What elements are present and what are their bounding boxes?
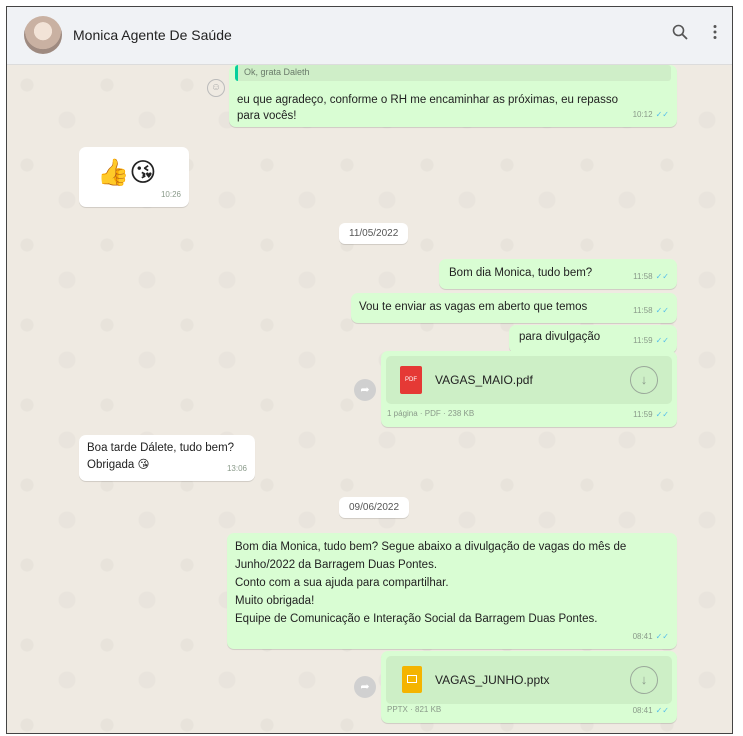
message-text: Muito obrigada! (235, 595, 315, 607)
file-name[interactable]: VAGAS_JUNHO.pptx (435, 672, 549, 689)
message-time: 10:26 (160, 190, 181, 199)
message-time: 08:41 ✓✓ (632, 706, 669, 715)
file-meta: 1 página · PDF · 238 KB (387, 409, 475, 418)
message-text: para divulgação (519, 331, 601, 343)
pptx-file-icon (402, 666, 422, 693)
read-ticks-icon: ✓✓ (655, 336, 669, 345)
message-time: 08:41 ✓✓ (632, 632, 669, 641)
message-text: Vou te enviar as vagas em aberto que tem… (359, 301, 588, 313)
message-list[interactable]: ☺ Ok, grata Daleth eu que agradeço, conf… (7, 65, 732, 733)
chat-header: Monica Agente De Saúde (7, 7, 732, 65)
download-icon[interactable]: ↓ (630, 666, 658, 694)
message-bubble[interactable]: Ok, grata Daleth eu que agradeço, confor… (229, 65, 677, 127)
read-ticks-icon: ✓✓ (655, 272, 669, 281)
forward-icon[interactable]: ➦ (354, 676, 376, 698)
emoji-reaction-icon[interactable]: ☺ (207, 79, 225, 97)
message-time: 11:58 ✓✓ (633, 306, 669, 315)
message-text: Junho/2022 da Barragem Duas Pontes. (235, 559, 438, 571)
date-separator: 11/05/2022 (339, 223, 409, 244)
whatsapp-window: Monica Agente De Saúde ☺ Ok, grata Dalet… (6, 6, 733, 734)
menu-icon[interactable] (712, 24, 718, 45)
file-attachment[interactable]: VAGAS_JUNHO.pptx ↓ (386, 656, 672, 704)
message-time: 10:12 ✓✓ (632, 110, 669, 119)
search-icon[interactable] (672, 24, 688, 45)
message-text: Equipe de Comunicação e Interação Social… (235, 613, 598, 625)
quoted-message[interactable]: Ok, grata Daleth (235, 65, 671, 81)
contact-name[interactable]: Monica Agente De Saúde (73, 27, 232, 43)
message-text: Bom dia Monica, tudo bem? Segue abaixo a… (235, 541, 627, 553)
message-text: Conto com a sua ajuda para compartilhar. (235, 577, 449, 589)
pdf-file-icon: PDF (400, 366, 422, 394)
read-ticks-icon: ✓✓ (655, 410, 669, 419)
message-bubble[interactable]: para divulgação 11:59 ✓✓ (509, 325, 677, 353)
message-bubble[interactable]: 👍😘 10:26 (79, 147, 189, 207)
message-time: 13:06 (226, 464, 247, 473)
message-text: Obrigada 😘 (87, 459, 150, 471)
read-ticks-icon: ✓✓ (655, 306, 669, 315)
forward-icon[interactable]: ➦ (354, 379, 376, 401)
message-bubble[interactable]: Vou te enviar as vagas em aberto que tem… (351, 293, 677, 323)
download-icon[interactable]: ↓ (630, 366, 658, 394)
read-ticks-icon: ✓✓ (655, 632, 669, 641)
message-text: para vocês! (237, 110, 297, 122)
message-time: 11:59 ✓✓ (633, 410, 669, 419)
file-meta: PPTX · 821 KB (387, 705, 442, 714)
message-text: eu que agradeço, conforme o RH me encami… (237, 94, 618, 106)
message-text: Bom dia Monica, tudo bem? (449, 267, 593, 279)
read-ticks-icon: ✓✓ (655, 110, 669, 119)
file-message[interactable]: PDF VAGAS_MAIO.pdf ↓ 1 página · PDF · 23… (381, 351, 677, 427)
message-bubble[interactable]: Bom dia Monica, tudo bem? Segue abaixo a… (227, 533, 677, 649)
message-bubble[interactable]: Boa tarde Dálete, tudo bem? Obrigada 😘 1… (79, 435, 255, 481)
emoji-message: 👍😘 (97, 157, 157, 187)
read-ticks-icon: ✓✓ (655, 706, 669, 715)
avatar[interactable] (24, 16, 62, 54)
date-separator: 09/06/2022 (339, 497, 410, 518)
file-name[interactable]: VAGAS_MAIO.pdf (435, 372, 533, 389)
message-time: 11:59 ✓✓ (633, 336, 669, 345)
message-bubble[interactable]: Bom dia Monica, tudo bem? 11:58 ✓✓ (439, 259, 677, 289)
file-message[interactable]: VAGAS_JUNHO.pptx ↓ PPTX · 821 KB 08:41 ✓✓ (381, 651, 677, 723)
message-time: 11:58 ✓✓ (633, 272, 669, 281)
file-attachment[interactable]: PDF VAGAS_MAIO.pdf ↓ (386, 356, 672, 404)
message-text: Boa tarde Dálete, tudo bem? (87, 442, 235, 454)
